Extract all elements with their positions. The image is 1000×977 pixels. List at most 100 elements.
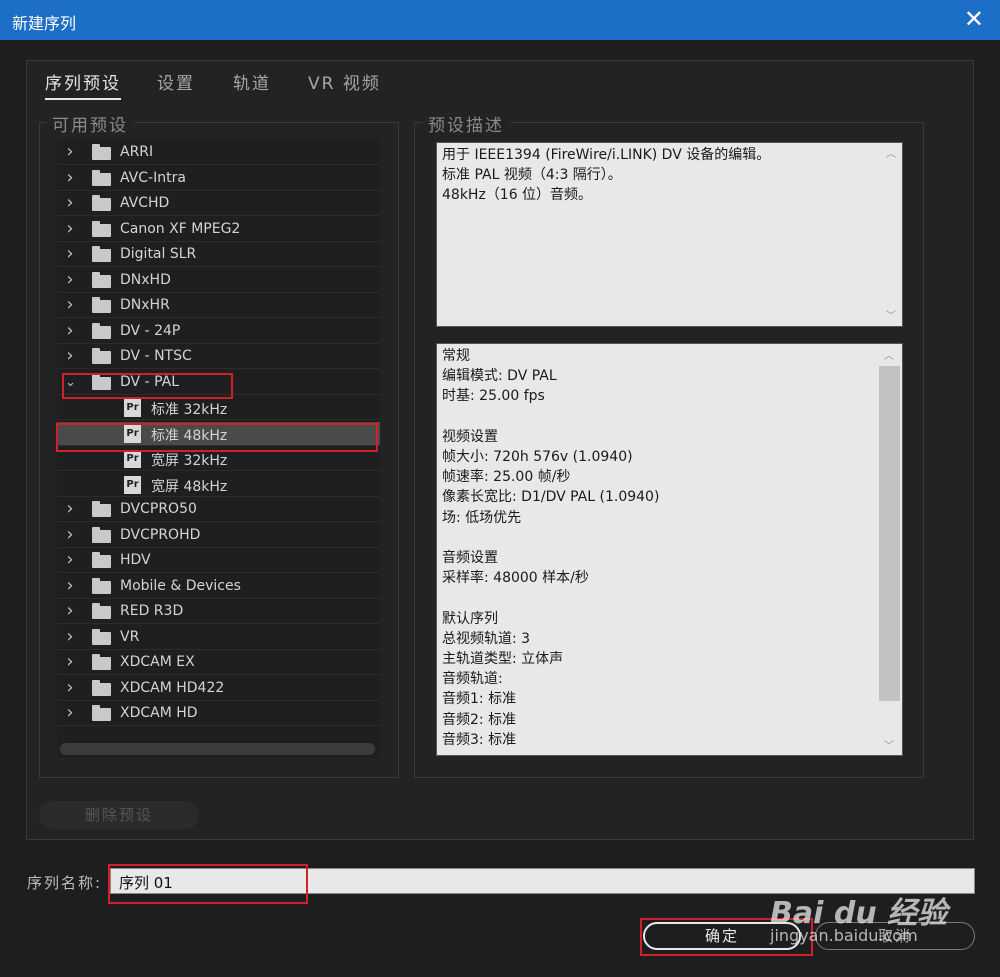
folder-icon xyxy=(92,169,111,186)
description-line: 默认序列 xyxy=(442,610,498,627)
tree-folder-row[interactable]: › XDCAM EX xyxy=(57,651,380,675)
tree-preset-row[interactable]: Pr 宽屏 32kHz xyxy=(57,447,380,471)
tree-preset-row[interactable]: Pr 标准 32kHz xyxy=(57,396,380,420)
chevron-right-icon[interactable]: › xyxy=(65,141,75,162)
chevron-right-icon[interactable]: › xyxy=(65,651,75,672)
chevron-right-icon[interactable]: › xyxy=(65,498,75,519)
tree-row-label: XDCAM HD422 xyxy=(120,679,225,696)
tree-folder-row[interactable]: › DNxHD xyxy=(57,269,380,293)
description-line: 采样率: 48000 样本/秒 xyxy=(442,570,589,587)
sequence-name-label: 序列名称: xyxy=(27,874,103,892)
tree-folder-row[interactable]: › DVCPROHD xyxy=(57,524,380,548)
chevron-right-icon[interactable]: › xyxy=(65,243,75,264)
tree-folder-row[interactable]: › DV - 24P xyxy=(57,320,380,344)
tab-sequence-presets[interactable]: 序列预设 xyxy=(45,69,121,100)
tree-folder-row[interactable]: › ARRI xyxy=(57,141,380,165)
tree-row-label: Canon XF MPEG2 xyxy=(120,220,241,237)
tree-row-label: ARRI xyxy=(120,144,154,160)
tree-folder-row[interactable]: › XDCAM HD xyxy=(57,702,380,726)
tree-row-label: 标准 32kHz xyxy=(151,402,228,418)
folder-icon xyxy=(92,348,111,364)
tree-row-label: XDCAM EX xyxy=(120,654,195,670)
tree-folder-row[interactable]: › Mobile & Devices xyxy=(57,575,380,599)
description-line: 视频设置 xyxy=(442,428,498,445)
chevron-right-icon[interactable]: › xyxy=(65,626,75,647)
folder-icon xyxy=(92,603,111,619)
description-line: 音频3: 标准 xyxy=(442,731,517,748)
scroll-down-icon[interactable]: ﹀ xyxy=(879,737,899,752)
window-title: 新建序列 xyxy=(12,14,77,33)
tree-folder-row[interactable]: ⌄ DV - PAL xyxy=(57,371,380,395)
tree-folder-row[interactable]: › HDV xyxy=(57,549,380,573)
tree-folder-row[interactable]: › DNxHR xyxy=(57,294,380,318)
watermark-url: jingyan.baidu.com xyxy=(770,926,918,945)
tree-row-label: DV - NTSC xyxy=(120,348,192,364)
scroll-up-icon[interactable]: ︿ xyxy=(881,145,901,160)
tree-folder-row[interactable]: › Canon XF MPEG2 xyxy=(57,218,380,242)
tree-row-label: Mobile & Devices xyxy=(120,577,241,594)
folder-icon xyxy=(92,501,111,517)
tree-row-label: DVCPRO50 xyxy=(120,501,197,517)
chevron-right-icon[interactable]: › xyxy=(65,192,75,213)
available-presets-label: 可用预设 xyxy=(46,111,134,136)
premiere-preset-icon: Pr xyxy=(124,450,141,468)
description-line: 音频1: 标准 xyxy=(442,691,517,708)
tree-folder-row[interactable]: › VR xyxy=(57,626,380,650)
description-line: 用于 IEEE1394 (FireWire/i.LINK) DV 设备的编辑。 xyxy=(442,147,771,163)
tree-folder-row[interactable]: › AVC-Intra xyxy=(57,167,380,191)
premiere-preset-icon: Pr xyxy=(124,475,141,494)
close-icon[interactable]: ✕ xyxy=(964,6,984,32)
description-scrollbar[interactable]: ︿ ﹀ xyxy=(881,143,901,326)
description-line: 时基: 25.00 fps xyxy=(442,388,545,405)
chevron-right-icon[interactable]: › xyxy=(65,218,75,239)
folder-icon xyxy=(92,322,111,339)
chevron-right-icon[interactable]: › xyxy=(65,575,75,596)
tree-folder-row[interactable]: › XDCAM HD422 xyxy=(57,677,380,701)
chevron-right-icon[interactable]: › xyxy=(65,167,75,188)
tree-row-label: DNxHD xyxy=(120,271,171,288)
description-line: 标准 PAL 视频（4:3 隔行）。 xyxy=(442,167,622,183)
details-scrollbar[interactable]: ︿ ﹀ xyxy=(879,344,900,755)
chevron-right-icon[interactable]: › xyxy=(65,702,75,723)
chevron-right-icon[interactable]: › xyxy=(65,677,75,698)
tab-tracks[interactable]: 轨道 xyxy=(233,69,271,94)
tree-row-label: XDCAM HD xyxy=(120,705,198,721)
description-line: 场: 低场优先 xyxy=(442,509,522,526)
chevron-down-icon[interactable]: ⌄ xyxy=(65,375,76,390)
scroll-down-icon[interactable]: ﹀ xyxy=(881,307,901,322)
tree-row-label: DNxHR xyxy=(120,297,170,313)
tree-folder-row[interactable]: › DVCPRO50 xyxy=(57,498,380,522)
chevron-right-icon[interactable]: › xyxy=(65,294,75,315)
folder-icon xyxy=(92,526,111,543)
tab-vr-video[interactable]: VR 视频 xyxy=(308,69,381,94)
preset-description-text: 用于 IEEE1394 (FireWire/i.LINK) DV 设备的编辑。标… xyxy=(436,142,903,327)
premiere-preset-icon: Pr xyxy=(124,399,141,417)
tree-row-label: DV - 24P xyxy=(120,322,181,339)
tree-folder-row[interactable]: › Digital SLR xyxy=(57,243,380,267)
tree-row-label: DVCPROHD xyxy=(120,526,201,543)
chevron-right-icon[interactable]: › xyxy=(65,320,75,341)
description-line: 编辑模式: DV PAL xyxy=(442,368,557,385)
tree-horizontal-scrollbar[interactable] xyxy=(60,743,375,755)
tree-folder-row[interactable]: › DV - NTSC xyxy=(57,345,380,369)
folder-icon xyxy=(92,679,111,696)
chevron-right-icon[interactable]: › xyxy=(65,600,75,621)
tree-folder-row[interactable]: › RED R3D xyxy=(57,600,380,624)
scrollbar-thumb[interactable] xyxy=(879,366,900,701)
description-line: 帧速率: 25.00 帧/秒 xyxy=(442,469,571,486)
chevron-right-icon[interactable]: › xyxy=(65,549,75,570)
delete-preset-button[interactable]: 删除预设 xyxy=(39,801,199,829)
chevron-right-icon[interactable]: › xyxy=(65,524,75,545)
tree-preset-row[interactable]: Pr 标准 48kHz xyxy=(57,421,380,446)
tree-folder-row[interactable]: › AVCHD xyxy=(57,192,380,216)
chevron-right-icon[interactable]: › xyxy=(65,345,75,366)
tree-row-label: 标准 48kHz xyxy=(151,427,228,444)
tab-settings[interactable]: 设置 xyxy=(157,69,195,94)
scroll-up-icon[interactable]: ︿ xyxy=(879,347,899,362)
folder-icon xyxy=(92,220,111,237)
tree-row-label: AVCHD xyxy=(120,195,170,211)
preset-description-label: 预设描述 xyxy=(422,111,510,136)
tree-row-label: Digital SLR xyxy=(120,246,197,262)
tree-preset-row[interactable]: Pr 宽屏 48kHz xyxy=(57,473,380,497)
chevron-right-icon[interactable]: › xyxy=(65,269,75,290)
